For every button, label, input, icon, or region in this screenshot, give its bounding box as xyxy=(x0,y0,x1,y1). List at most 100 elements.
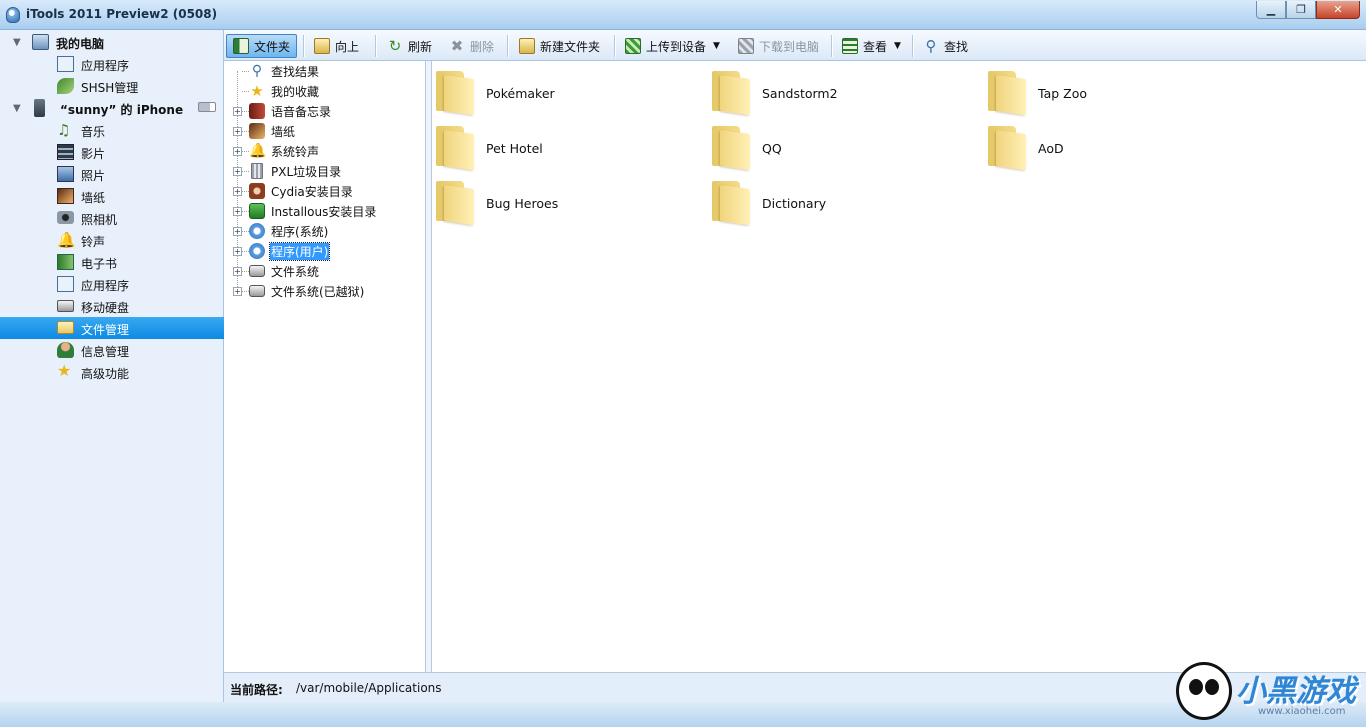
sidebar-item-advanced[interactable]: ★ 高级功能 xyxy=(0,361,224,383)
folder-item[interactable]: Pet Hotel xyxy=(432,120,702,171)
current-path-value: /var/mobile/Applications xyxy=(296,681,442,695)
folder-item[interactable]: AoD xyxy=(984,120,1254,171)
upload-dropdown-icon[interactable]: ▼ xyxy=(713,41,720,51)
sidebar-item-messages[interactable]: 信息管理 xyxy=(0,339,224,361)
current-path-label: 当前路径: xyxy=(230,683,283,697)
refresh-button[interactable]: ↻ 刷新 xyxy=(387,34,432,58)
tree-item-cydia[interactable]: + Cydia安装目录 xyxy=(224,181,424,201)
star-icon: ★ xyxy=(57,361,72,380)
window-title: iTools 2011 Preview2 (0508) xyxy=(26,7,218,21)
sidebar-item-ebooks[interactable]: 电子书 xyxy=(0,251,224,273)
sidebar-item-label: 照相机 xyxy=(81,213,118,227)
cydia-icon xyxy=(249,183,265,199)
sidebar-group-label: “sunny” 的 iPhone xyxy=(60,103,184,117)
folder-view-icon xyxy=(233,38,249,54)
sidebar-item-photos[interactable]: 照片 xyxy=(0,163,224,185)
folder-item[interactable]: Tap Zoo xyxy=(984,65,1254,116)
ringtone-icon: 🔔 xyxy=(57,231,76,249)
sidebar-item-wallpaper[interactable]: 墙纸 xyxy=(0,185,224,207)
tree-item-system-apps[interactable]: + 程序(系统) xyxy=(224,221,424,241)
tree-item-search-results[interactable]: ⚲ 查找结果 xyxy=(224,61,424,81)
sidebar-group-computer[interactable]: ▼ 我的电脑 xyxy=(0,31,224,53)
sidebar-item-apps-phone[interactable]: 应用程序 xyxy=(0,273,224,295)
sidebar-item-movies[interactable]: 影片 xyxy=(0,141,224,163)
sidebar-item-ringtones[interactable]: 🔔 铃声 xyxy=(0,229,224,251)
search-icon: ⚲ xyxy=(251,63,263,79)
watermark-logo: 小黑游戏 www.xiaohei.com xyxy=(1172,660,1362,726)
close-button[interactable]: ✕ xyxy=(1316,1,1360,19)
title-bar: iTools 2011 Preview2 (0508) ▁ ❐ ✕ xyxy=(0,0,1366,30)
up-button[interactable]: 向上 xyxy=(314,34,359,58)
toolbar-separator xyxy=(507,35,508,57)
find-button[interactable]: ⚲ 查找 xyxy=(923,34,969,58)
sidebar-item-music[interactable]: ♫ 音乐 xyxy=(0,119,224,141)
sidebar-item-camera[interactable]: 照相机 xyxy=(0,207,224,229)
folder-item[interactable]: Sandstorm2 xyxy=(708,65,978,116)
find-label: 查找 xyxy=(944,39,969,54)
folder-item[interactable]: QQ xyxy=(708,120,978,171)
tree-item-pxl-trash[interactable]: + PXL垃圾目录 xyxy=(224,161,424,181)
sidebar-item-disk[interactable]: 移动硬盘 xyxy=(0,295,224,317)
tree-item-label: Cydia安装目录 xyxy=(271,185,353,199)
folder-item[interactable]: Bug Heroes xyxy=(432,175,702,226)
music-icon: ♫ xyxy=(57,121,71,139)
folder-name: Tap Zoo xyxy=(1038,86,1087,101)
sidebar-item-apps-pc[interactable]: 应用程序 xyxy=(0,53,224,75)
tree-connector xyxy=(242,211,249,212)
expand-icon[interactable]: + xyxy=(233,167,242,176)
toolbar-separator xyxy=(303,35,304,57)
tree-connector xyxy=(242,191,249,192)
collapse-arrow-icon[interactable]: ▼ xyxy=(13,37,21,48)
upload-to-device-button[interactable]: 上传到设备 ▼ xyxy=(625,34,720,58)
expand-icon[interactable]: + xyxy=(233,107,242,116)
new-folder-button[interactable]: 新建文件夹 xyxy=(519,34,600,58)
folder-name: Sandstorm2 xyxy=(762,86,838,101)
star-icon: ★ xyxy=(250,82,264,100)
minimize-button[interactable]: ▁ xyxy=(1256,1,1286,19)
sidebar-item-label: 墙纸 xyxy=(81,191,106,205)
tree-item-label: 文件系统 xyxy=(271,265,320,279)
tree-item-voice-memos[interactable]: + 语音备忘录 xyxy=(224,101,424,121)
folder-icon xyxy=(712,181,750,226)
folder-view-button[interactable]: 文件夹 xyxy=(226,34,298,58)
sidebar-item-file-manager[interactable]: 文件管理 xyxy=(0,317,224,339)
sidebar-group-iphone[interactable]: ▼ “sunny” 的 iPhone xyxy=(0,97,224,119)
delete-button[interactable]: ✖ 删除 xyxy=(449,34,494,58)
sidebar: ▼ 我的电脑 应用程序 SHSH管理 ▼ “sunny” 的 iPhone ♫ … xyxy=(0,30,224,702)
folder-item[interactable]: Dictionary xyxy=(708,175,978,226)
folder-list: Pokémaker Sandstorm2 Tap Zoo Pet Hotel Q… xyxy=(432,61,1366,672)
tree-item-wallpaper[interactable]: + 墙纸 xyxy=(224,121,424,141)
download-to-pc-button[interactable]: 下载到电脑 xyxy=(738,34,819,58)
expand-icon[interactable]: + xyxy=(233,287,242,296)
view-button[interactable]: 查看 ▼ xyxy=(842,34,901,58)
folder-item[interactable]: Pokémaker xyxy=(432,65,702,116)
expand-icon[interactable]: + xyxy=(233,127,242,136)
tree-item-file-system[interactable]: + 文件系统 xyxy=(224,261,424,281)
tree-connector xyxy=(242,151,249,152)
installous-icon xyxy=(249,203,265,219)
folder-name: Dictionary xyxy=(762,196,827,211)
tree-connector xyxy=(242,131,249,132)
expand-icon[interactable]: + xyxy=(233,247,242,256)
sidebar-item-label: 影片 xyxy=(81,147,106,161)
tree-item-user-apps[interactable]: + 程序(用户) xyxy=(224,241,424,261)
refresh-icon: ↻ xyxy=(388,37,402,55)
tree-item-file-system-jailbroken[interactable]: + 文件系统(已越狱) xyxy=(224,281,424,301)
view-dropdown-icon[interactable]: ▼ xyxy=(894,41,901,51)
expand-icon[interactable]: + xyxy=(233,187,242,196)
directory-tree: ⚲ 查找结果 ★ 我的收藏 + 语音备忘录 + 墙纸 + 🔔 系统铃声 + PX… xyxy=(224,61,426,672)
expand-icon[interactable]: + xyxy=(233,227,242,236)
collapse-arrow-icon[interactable]: ▼ xyxy=(13,103,21,114)
tree-item-system-ringtones[interactable]: + 🔔 系统铃声 xyxy=(224,141,424,161)
expand-icon[interactable]: + xyxy=(233,147,242,156)
sidebar-item-label: 文件管理 xyxy=(81,323,130,337)
view-label: 查看 xyxy=(863,39,888,54)
expand-icon[interactable]: + xyxy=(233,267,242,276)
maximize-button[interactable]: ❐ xyxy=(1286,1,1316,19)
tree-item-favorites[interactable]: ★ 我的收藏 xyxy=(224,81,424,101)
sidebar-item-shsh[interactable]: SHSH管理 xyxy=(0,75,224,97)
tree-item-installous[interactable]: + Installous安装目录 xyxy=(224,201,424,221)
new-folder-label: 新建文件夹 xyxy=(540,39,601,54)
sidebar-item-label: 移动硬盘 xyxy=(81,301,130,315)
expand-icon[interactable]: + xyxy=(233,207,242,216)
